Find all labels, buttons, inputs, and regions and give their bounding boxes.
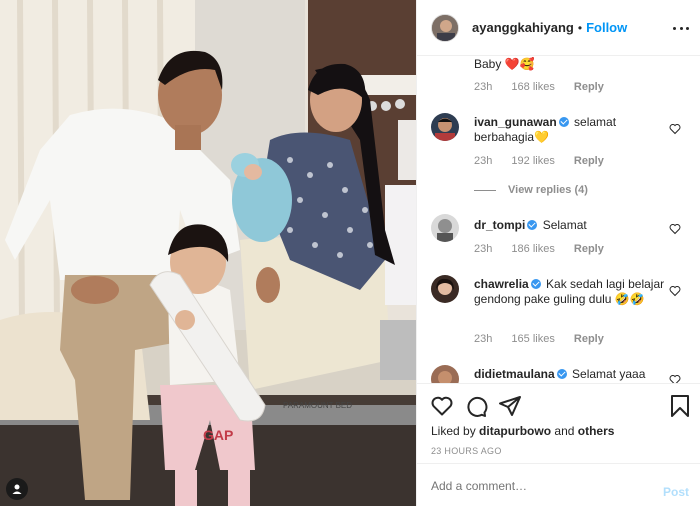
reply-button[interactable]: Reply (574, 333, 604, 345)
post-timestamp[interactable]: 23 HOURS AGO (431, 446, 502, 456)
comment-bubble-icon[interactable] (464, 394, 488, 418)
like-comment-heart-icon[interactable] (669, 374, 681, 383)
comment-meta: 23h 192 likes Reply (474, 155, 620, 167)
family-photo-illustration: PARAMOUNT BED GAP (0, 0, 416, 506)
bed-brand-text: PARAMOUNT BED (283, 401, 352, 410)
reply-button[interactable]: Reply (574, 81, 604, 93)
comment-likes[interactable]: 165 likes (511, 333, 554, 345)
commenter-avatar[interactable] (431, 365, 459, 383)
add-comment-bar: Post (417, 463, 700, 506)
post-actions: Liked by ditapurbowo and others 23 HOURS… (417, 383, 700, 506)
post-sidebar: ayanggkahiyang • Follow Baby ❤️🥰 23h 168… (416, 0, 700, 506)
like-comment-heart-icon[interactable] (669, 123, 681, 135)
header-separator: • (577, 20, 583, 35)
comment-meta: 23h 186 likes Reply (474, 243, 620, 255)
comment-meta: 23h 168 likes Reply (474, 81, 620, 93)
comment-time[interactable]: 23h (474, 81, 492, 93)
comment-time[interactable]: 23h (474, 155, 492, 167)
comment-text: Selamat (542, 218, 587, 232)
author-username[interactable]: ayanggkahiyang (472, 20, 574, 35)
replies-divider (474, 189, 496, 191)
view-replies-button[interactable]: View replies (4) (474, 184, 588, 196)
verified-badge-icon (530, 279, 541, 289)
like-comment-heart-icon[interactable] (669, 223, 681, 235)
comment-meta: 23h 165 likes Reply (474, 333, 620, 345)
commenter-username[interactable]: dr_tompi (474, 218, 525, 232)
commenter-username[interactable]: didietmaulana (474, 367, 555, 381)
comment-likes[interactable]: 186 likes (511, 243, 554, 255)
verified-badge-icon (558, 117, 569, 127)
comment-text: Baby ❤️🥰 (474, 57, 535, 71)
save-bookmark-icon[interactable] (668, 394, 692, 418)
author-avatar[interactable] (431, 13, 459, 42)
liked-by-line: Liked by ditapurbowo and others (431, 424, 614, 438)
comment-time[interactable]: 23h (474, 243, 492, 255)
pants-logo-text: GAP (203, 427, 233, 443)
commenter-avatar[interactable] (431, 275, 459, 303)
tagged-users-button[interactable] (6, 478, 28, 500)
liked-by-and: and (554, 424, 575, 438)
commenter-avatar[interactable] (431, 113, 459, 141)
comment-text: Selamat yaaa (572, 367, 646, 381)
comment-likes[interactable]: 168 likes (511, 81, 554, 93)
liked-by-others[interactable]: others (578, 424, 615, 438)
comment-input[interactable] (431, 476, 641, 496)
liked-by-user[interactable]: ditapurbowo (479, 424, 551, 438)
commenter-username[interactable]: ivan_gunawan (474, 115, 557, 129)
post-photo[interactable]: PARAMOUNT BED GAP (0, 0, 416, 506)
like-heart-icon[interactable] (430, 394, 454, 418)
comments-list[interactable]: Baby ❤️🥰 23h 168 likes Reply ivan_gunawa… (417, 57, 700, 383)
comment-likes[interactable]: 192 likes (511, 155, 554, 167)
post-header: ayanggkahiyang • Follow (417, 0, 700, 56)
post-comment-button[interactable]: Post (663, 485, 689, 499)
reply-button[interactable]: Reply (574, 155, 604, 167)
like-comment-heart-icon[interactable] (669, 285, 681, 297)
verified-badge-icon (527, 220, 538, 230)
comment-time[interactable]: 23h (474, 333, 492, 345)
commenter-username[interactable]: chawrelia (474, 277, 529, 291)
view-replies-label: View replies (4) (508, 184, 588, 196)
share-send-icon[interactable] (498, 394, 522, 418)
more-options-icon[interactable] (673, 20, 689, 36)
action-bar (430, 394, 689, 418)
liked-by-prefix: Liked by (431, 424, 476, 438)
verified-badge-icon (556, 369, 567, 379)
reply-button[interactable]: Reply (574, 243, 604, 255)
follow-button[interactable]: Follow (586, 20, 627, 35)
user-icon (12, 484, 22, 494)
commenter-avatar[interactable] (431, 214, 459, 242)
